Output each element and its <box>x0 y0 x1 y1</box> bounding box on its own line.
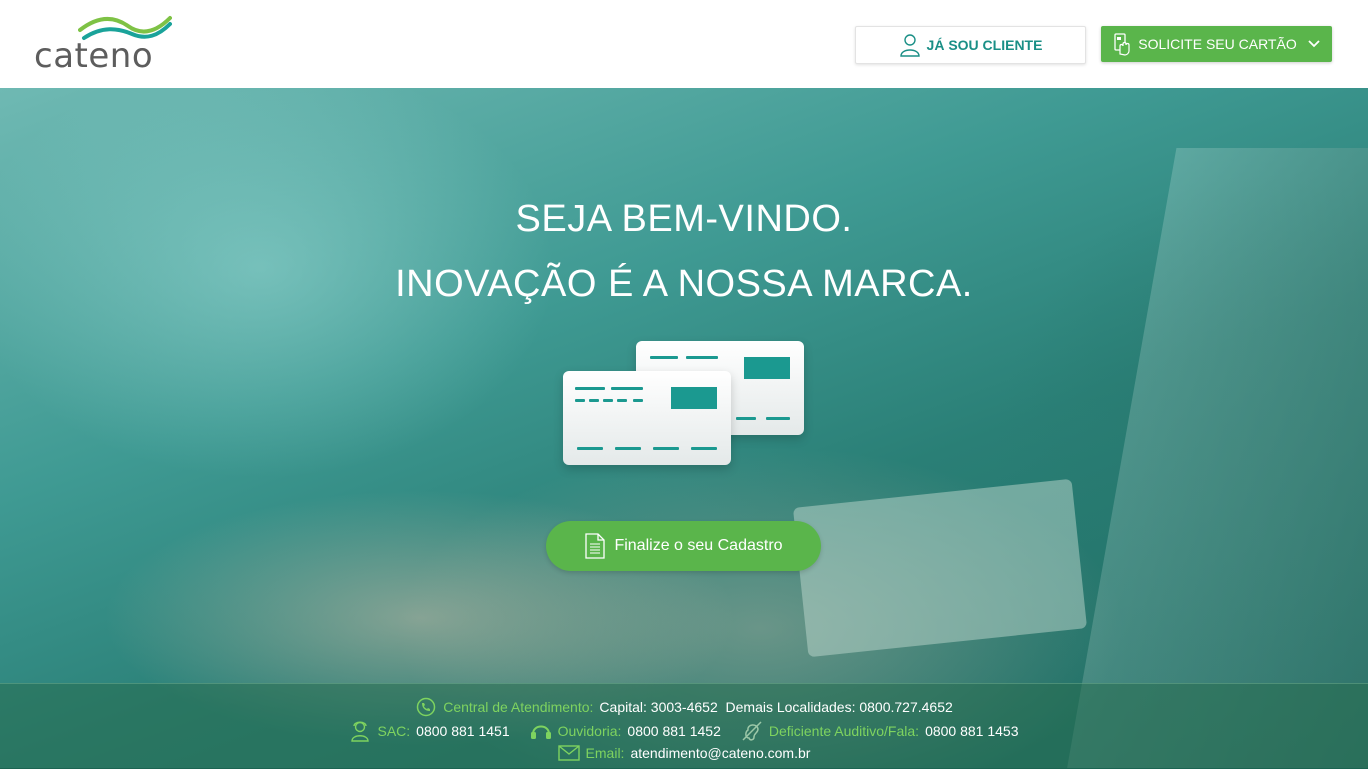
user-icon <box>899 33 921 57</box>
client-login-label: JÁ SOU CLIENTE <box>926 37 1043 53</box>
hero-banner: SEJA BEM-VINDO. INOVAÇÃO É A NOSSA MARCA… <box>0 88 1368 768</box>
logo-text: cateno <box>34 36 154 76</box>
header: cateno JÁ SOU CLIENTE SOLICITE SEU CARTÃ… <box>0 0 1368 88</box>
footer-row-phones: SAC: 0800 881 1451 Ouvidoria: 0800 881 1… <box>0 720 1368 742</box>
agent-icon <box>349 720 371 742</box>
card-illustration-front <box>563 371 731 465</box>
deficiente-label: Deficiente Auditivo/Fala: <box>768 723 920 739</box>
central-value: Capital: 3003-4652 Demais Localidades: 0… <box>599 699 953 715</box>
cards-illustration <box>560 338 810 473</box>
ouvidoria-value: 0800 881 1452 <box>627 723 721 739</box>
document-icon <box>584 533 606 559</box>
footer-row-email: Email: atendimento@cateno.com.br <box>0 742 1368 764</box>
finish-registration-label: Finalize o seu Cadastro <box>614 537 783 554</box>
footer-row-central: Central de Atendimento: Capital: 3003-46… <box>0 696 1368 718</box>
hero-background-laptop <box>1063 148 1368 768</box>
card-hand-icon <box>1112 32 1132 56</box>
phone-icon <box>415 696 437 718</box>
email-value[interactable]: atendimento@cateno.com.br <box>630 745 810 761</box>
sac-value: 0800 881 1451 <box>416 723 510 739</box>
finish-registration-button[interactable]: Finalize o seu Cadastro <box>546 521 821 571</box>
ear-icon <box>741 720 763 742</box>
footer-contacts: Central de Atendimento: Capital: 3003-46… <box>0 683 1368 769</box>
hero-background-card <box>792 478 1088 658</box>
headline-welcome: SEJA BEM-VINDO. <box>515 198 853 240</box>
cateno-logo[interactable]: cateno <box>34 14 174 76</box>
central-label: Central de Atendimento: <box>443 699 594 715</box>
request-card-button[interactable]: SOLICITE SEU CARTÃO <box>1101 26 1332 62</box>
envelope-icon <box>557 742 580 764</box>
headline-innovation: INOVAÇÃO É A NOSSA MARCA. <box>395 263 973 305</box>
request-card-label: SOLICITE SEU CARTÃO <box>1138 36 1297 52</box>
chevron-down-icon[interactable] <box>1307 39 1321 49</box>
sac-label: SAC: <box>377 723 411 739</box>
headset-icon <box>530 720 552 742</box>
ouvidoria-label: Ouvidoria: <box>557 723 622 739</box>
client-login-button[interactable]: JÁ SOU CLIENTE <box>855 26 1086 64</box>
deficiente-value: 0800 881 1453 <box>925 723 1019 739</box>
email-label: Email: <box>585 745 625 761</box>
